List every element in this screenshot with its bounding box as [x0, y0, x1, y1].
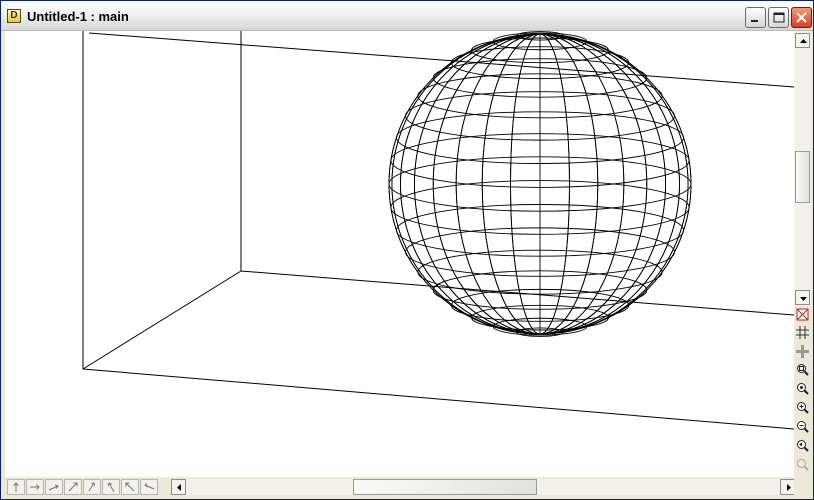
nav-move-up-button[interactable] [7, 479, 25, 495]
nav-tilt-button[interactable] [102, 479, 120, 495]
move-back-icon [144, 483, 155, 490]
nav-move-diagonal-button[interactable] [64, 479, 82, 495]
zoom-previous-button[interactable] [795, 438, 810, 454]
maximize-button[interactable] [768, 7, 789, 28]
close-icon [796, 12, 807, 23]
zoom-previous-icon [797, 440, 809, 452]
nav-move-back-button[interactable] [140, 479, 158, 495]
document-app-icon[interactable]: D [7, 9, 21, 23]
room-front-floor-edge [82, 368, 794, 430]
tilt-icon [107, 482, 115, 493]
arrow-up-icon [800, 39, 807, 43]
no-select-icon [796, 308, 809, 321]
arrow-left-icon [177, 484, 181, 491]
move-up-icon [13, 482, 19, 492]
room-ceiling-edge [88, 32, 794, 88]
scroll-right-button[interactable] [780, 479, 795, 495]
room-back-floor-edge [240, 270, 794, 316]
scroll-left-button[interactable] [171, 479, 186, 495]
arrow-right-icon [787, 484, 791, 491]
3d-viewport[interactable] [5, 31, 794, 477]
horizontal-scroll-thumb[interactable] [353, 479, 537, 495]
zoom-fit-button[interactable] [795, 362, 810, 378]
maximize-icon [773, 12, 785, 23]
nav-move-forward-button[interactable] [45, 479, 63, 495]
zoom-selection-button[interactable] [795, 381, 810, 397]
move-right-icon [30, 484, 40, 490]
snap-button[interactable] [795, 344, 810, 360]
vertical-scroll-thumb[interactable] [795, 151, 810, 203]
close-button[interactable] [791, 7, 812, 28]
rotate-up-icon [88, 482, 95, 492]
zoom-in-icon [797, 402, 809, 414]
move-forward-icon [48, 484, 59, 491]
snap-icon [796, 345, 809, 358]
nav-rotate-up-button[interactable] [83, 479, 101, 495]
zoom-out-icon [797, 421, 809, 433]
title-bar[interactable]: D Untitled-1 : main [1, 1, 813, 31]
window-title: Untitled-1 : main [27, 9, 129, 24]
vertical-scrollbar[interactable] [794, 31, 811, 306]
wireframe-sphere [388, 31, 692, 337]
zoom-out-button[interactable] [795, 419, 810, 435]
horizontal-scrollbar[interactable] [171, 479, 795, 495]
nav-move-right-button[interactable] [26, 479, 44, 495]
grid-icon [796, 326, 809, 339]
zoom-in-button[interactable] [795, 400, 810, 416]
no-select-button[interactable] [795, 307, 810, 323]
zoom-selection-icon [797, 383, 809, 395]
move-diagonal-icon [68, 482, 78, 492]
pan-diagonal-icon [125, 482, 135, 492]
scroll-up-button[interactable] [795, 33, 810, 48]
main-window: D Untitled-1 : main [0, 0, 814, 500]
room-floor-diagonal-edge [82, 270, 242, 370]
zoom-fit-icon [797, 364, 809, 376]
zoom-disabled-button[interactable] [795, 457, 810, 473]
zoom-disabled-icon [797, 459, 809, 471]
scrollbar-corner [794, 477, 811, 497]
grid-button[interactable] [795, 325, 810, 341]
wireframe-scene [82, 31, 794, 430]
minimize-icon [751, 20, 758, 22]
nav-pan-diagonal-button[interactable] [121, 479, 139, 495]
arrow-down-icon [800, 297, 807, 301]
view-tool-strip [794, 306, 811, 476]
minimize-button[interactable] [745, 7, 766, 28]
bottom-bar [5, 477, 811, 497]
scroll-down-button[interactable] [795, 290, 810, 305]
